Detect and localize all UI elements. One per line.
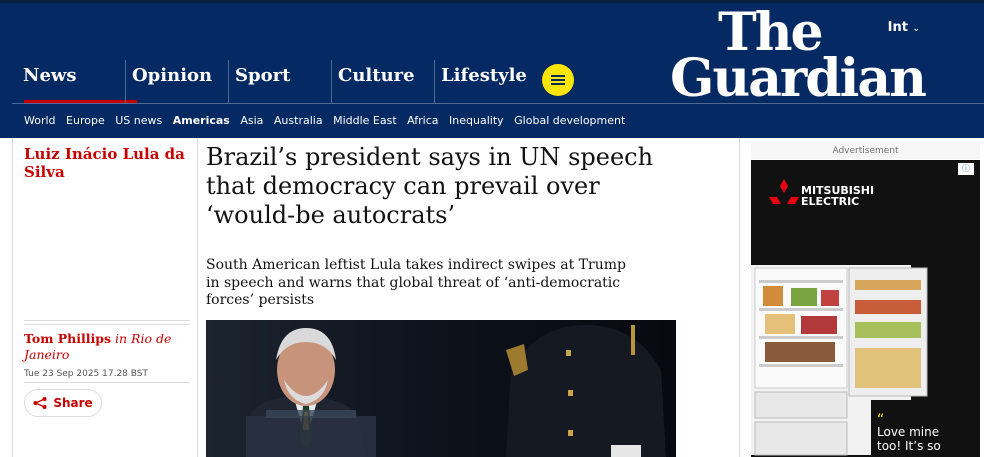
subnav-americas[interactable]: Americas bbox=[173, 114, 230, 127]
ad-quote-line-1: Love mine bbox=[877, 425, 940, 439]
pillar-lifestyle[interactable]: Lifestyle bbox=[434, 60, 534, 104]
ad-fridge-image bbox=[751, 265, 980, 457]
article-standfirst: South American leftist Lula takes indire… bbox=[206, 257, 626, 308]
ad-quote-line-2: too! It’s so bbox=[877, 439, 941, 453]
menu-icon-bar bbox=[551, 75, 565, 77]
subnav-africa[interactable]: Africa bbox=[407, 114, 438, 127]
ad-label: Advertisement bbox=[832, 146, 899, 156]
pillar-opinion[interactable]: Opinion bbox=[125, 60, 227, 104]
column-divider bbox=[739, 138, 740, 457]
ad-quote-mark: “ bbox=[877, 412, 885, 428]
menu-button[interactable] bbox=[542, 64, 574, 96]
share-button[interactable]: Share bbox=[24, 389, 102, 417]
byline-rule bbox=[24, 324, 190, 325]
article-headline: Brazil’s president says in UN speech tha… bbox=[206, 143, 654, 229]
share-icon bbox=[33, 397, 47, 409]
ad-brand: MITSUBISHI ELECTRIC bbox=[801, 185, 874, 207]
byline: Tom Phillips in Rio de Janeiro bbox=[24, 331, 174, 363]
subnav-inequality[interactable]: Inequality bbox=[449, 114, 504, 127]
menu-icon-bar bbox=[551, 79, 565, 81]
dateline-rule bbox=[24, 382, 190, 383]
subnav-middle-east[interactable]: Middle East bbox=[333, 114, 397, 127]
subnav-global-development[interactable]: Global development bbox=[514, 114, 625, 127]
pillar-culture[interactable]: Culture bbox=[331, 60, 433, 104]
sub-navigation: World Europe US news Americas Asia Austr… bbox=[24, 114, 632, 127]
mitsubishi-logo-icon bbox=[769, 179, 799, 204]
subnav-asia[interactable]: Asia bbox=[240, 114, 263, 127]
menu-icon-bar bbox=[551, 83, 565, 85]
adchoices-icon[interactable]: ⓘ bbox=[958, 163, 974, 175]
subnav-divider bbox=[12, 103, 984, 104]
article-main-photo bbox=[206, 320, 676, 457]
subnav-us-news[interactable]: US news bbox=[115, 114, 162, 127]
ad-quote: “ Love mine too! It’s so bbox=[877, 412, 941, 453]
subnav-europe[interactable]: Europe bbox=[66, 114, 105, 127]
subnav-world[interactable]: World bbox=[24, 114, 56, 127]
author-link[interactable]: Tom Phillips bbox=[24, 331, 111, 346]
series-tag[interactable]: Luiz Inácio Lula da Silva bbox=[24, 145, 190, 181]
column-divider bbox=[197, 138, 198, 457]
article-meta: Luiz Inácio Lula da Silva bbox=[24, 140, 190, 181]
advertisement[interactable]: ⓘ MITSUBISHI ELECTRIC “ Love mine too! I… bbox=[751, 160, 980, 457]
logo-line-2: Guardian bbox=[670, 47, 927, 109]
header-top-border bbox=[0, 0, 984, 3]
share-label: Share bbox=[53, 396, 93, 410]
site-header: Int ⌄ The Guardian News Opinion Sport Cu… bbox=[0, 0, 984, 138]
subnav-australia[interactable]: Australia bbox=[274, 114, 323, 127]
pillar-news[interactable]: News bbox=[12, 60, 137, 104]
pillar-sport[interactable]: Sport bbox=[228, 60, 330, 104]
lula-at-podium-photo bbox=[206, 320, 676, 457]
guardian-logo[interactable]: The Guardian bbox=[670, 7, 927, 109]
dateline: Tue 23 Sep 2025 17.28 BST bbox=[24, 369, 148, 379]
byline-rule bbox=[24, 320, 190, 321]
column-divider bbox=[12, 138, 13, 457]
ad-brand-line-2: ELECTRIC bbox=[801, 195, 860, 208]
